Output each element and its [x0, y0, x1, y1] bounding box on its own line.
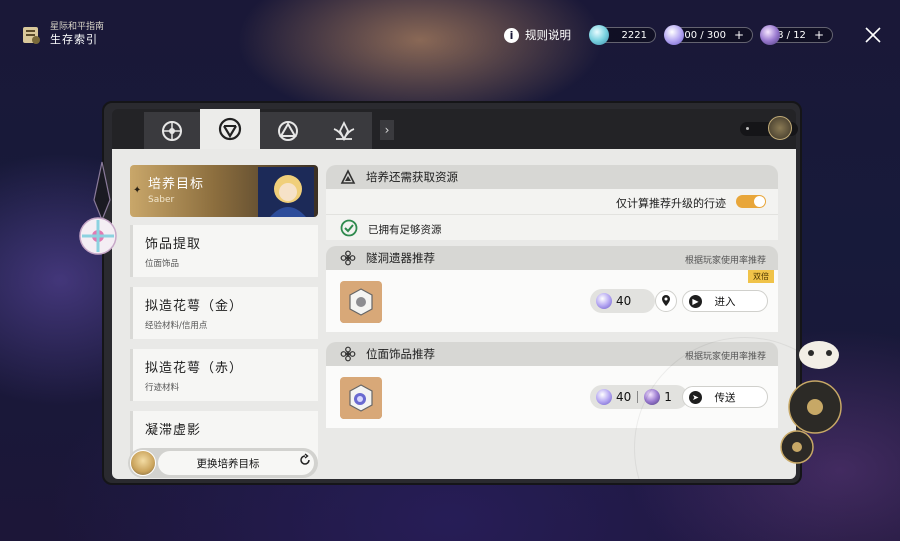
decorative-flower-icon	[780, 341, 842, 464]
change-target-label: 更换培养目标	[196, 457, 260, 470]
enter-label: 进入	[714, 295, 736, 308]
list-item-subtitle: 行迹材料	[145, 383, 180, 393]
app-subtitle: 星际和平指南	[50, 22, 105, 32]
add-power-button[interactable]: +	[734, 28, 744, 42]
medal-icon	[768, 116, 792, 140]
target-title: 培养目标	[148, 177, 205, 192]
filter-row: 仅计算推荐升级的行迹	[326, 189, 778, 214]
section-title: 培养还需获取资源	[366, 170, 458, 184]
cost-display: 40	[590, 289, 656, 313]
list-item-title: 凝滞虚影	[145, 423, 202, 438]
cost-value: 40	[616, 390, 632, 404]
trailblaze-power-counter[interactable]: 300 / 300 +	[664, 25, 753, 45]
avatar	[130, 450, 156, 476]
tab-guide[interactable]	[144, 112, 200, 149]
list-item-title: 拟造花萼（赤）	[145, 361, 244, 376]
tab-achievements[interactable]	[316, 112, 372, 149]
list-item-calyx-golden[interactable]: 拟造花萼（金） 经验材料/信用点	[130, 287, 318, 339]
status-text: 已拥有足够资源	[368, 224, 442, 236]
fuel-value: 8 / 12	[777, 29, 806, 41]
level-emblem	[740, 116, 798, 140]
resources-section: 培养还需获取资源 仅计算推荐升级的行迹 已拥有足够资源	[326, 165, 778, 240]
arrow-right-icon: ▶	[689, 295, 702, 308]
trailblaze-power-icon	[596, 293, 612, 309]
fuel-icon	[644, 389, 661, 405]
tab-bar: ›	[112, 109, 798, 149]
planar-ornament-section: 位面饰品推荐 根据玩家使用率推荐 40 1 ➤ 传送	[326, 342, 778, 428]
lotus-emblem-icon	[333, 120, 355, 141]
section-header: 位面饰品推荐 根据玩家使用率推荐	[326, 342, 778, 366]
stellar-jade-counter: 2221	[589, 25, 656, 45]
recommended-only-toggle[interactable]	[736, 195, 766, 208]
tab-treasures[interactable]	[260, 112, 316, 149]
change-target-button[interactable]: 更换培养目标	[128, 448, 318, 478]
app-header: 星际和平指南 生存索引	[20, 22, 104, 47]
check-circle-icon	[340, 219, 358, 237]
triangle-emblem-icon	[278, 120, 298, 141]
locate-button[interactable]	[655, 290, 677, 312]
navigation-arrow-icon: ➤	[689, 391, 702, 404]
location-pin-icon	[662, 295, 670, 306]
guide-book-icon	[23, 26, 40, 44]
rules-button[interactable]: i 规则说明	[504, 27, 571, 43]
shield-check-icon	[218, 117, 242, 141]
section-note: 根据玩家使用率推荐	[684, 256, 766, 266]
cog-emblem-icon	[162, 120, 182, 141]
cost-value: 40	[616, 294, 632, 308]
trailblaze-power-value: 300 / 300	[678, 29, 726, 41]
stellar-jade-value: 2221	[621, 29, 647, 41]
cavern-relic-section: 隧洞遗器推荐 根据玩家使用率推荐 双倍 40 ▶ 进入	[326, 246, 778, 332]
character-portrait	[258, 167, 314, 217]
list-item-subtitle: 经验材料/信用点	[145, 321, 208, 331]
section-note: 根据玩家使用率推荐	[684, 352, 766, 362]
relic-set-icon	[340, 281, 382, 323]
enter-button[interactable]: ▶ 进入	[682, 290, 768, 312]
stellar-jade-icon	[589, 25, 609, 45]
flower-icon	[340, 346, 356, 362]
planar-ornament-icon	[340, 377, 382, 419]
list-item-calyx-crimson[interactable]: 拟造花萼（赤） 行迹材料	[130, 349, 318, 401]
tab-survival-index[interactable]	[200, 109, 260, 149]
cultivation-target-card[interactable]: ✦ 培养目标 Saber	[130, 165, 318, 217]
add-fuel-button[interactable]: +	[814, 28, 824, 42]
flower-icon	[340, 250, 356, 266]
section-title: 位面饰品推荐	[366, 347, 435, 361]
refresh-icon	[300, 453, 310, 465]
app-title: 生存索引	[50, 33, 98, 46]
fuel-icon	[760, 25, 780, 45]
cost-display: 40 1	[590, 385, 688, 409]
teleport-button[interactable]: ➤ 传送	[682, 386, 768, 408]
cost-value-secondary: 1	[664, 390, 672, 404]
double-drop-badge: 双倍	[748, 270, 774, 283]
decorative-ornament-icon	[79, 161, 117, 255]
content-area: ✦ 培养目标 Saber 饰品提取 位面饰品 拟造花萼（金） 经验材料/信用点 …	[112, 149, 796, 479]
divider	[637, 391, 639, 403]
section-title: 隧洞遗器推荐	[366, 251, 435, 265]
main-panel: › ✦ 培养目标 Saber 饰品提取 位面饰品 拟造花萼（金） 经验材料/信用…	[102, 101, 802, 485]
pin-icon: ✦	[133, 185, 142, 196]
list-item-title: 拟造花萼（金）	[145, 299, 244, 314]
trailblaze-power-icon	[596, 389, 612, 405]
planar-card: 40 1 ➤ 传送	[326, 366, 778, 428]
section-header: 培养还需获取资源	[326, 165, 778, 189]
status-row: 已拥有足够资源	[326, 214, 778, 240]
triangle-logo-icon	[340, 169, 356, 184]
close-icon[interactable]	[863, 25, 883, 45]
list-item-title: 饰品提取	[145, 237, 202, 252]
target-character-name: Saber	[148, 195, 175, 205]
next-tab-arrow-icon[interactable]: ›	[380, 120, 394, 140]
cavern-card: 双倍 40 ▶ 进入	[326, 270, 778, 332]
trailblaze-power-icon	[664, 25, 684, 45]
fuel-counter[interactable]: 8 / 12 +	[760, 25, 833, 45]
list-item-ornament-extraction[interactable]: 饰品提取 位面饰品	[130, 225, 318, 277]
dot-icon	[746, 127, 749, 130]
toggle-label: 仅计算推荐升级的行迹	[616, 197, 726, 210]
rules-label: 规则说明	[525, 28, 571, 42]
teleport-label: 传送	[714, 391, 736, 404]
info-icon: i	[504, 27, 519, 43]
list-item-subtitle: 位面饰品	[145, 259, 180, 269]
section-header: 隧洞遗器推荐 根据玩家使用率推荐	[326, 246, 778, 270]
